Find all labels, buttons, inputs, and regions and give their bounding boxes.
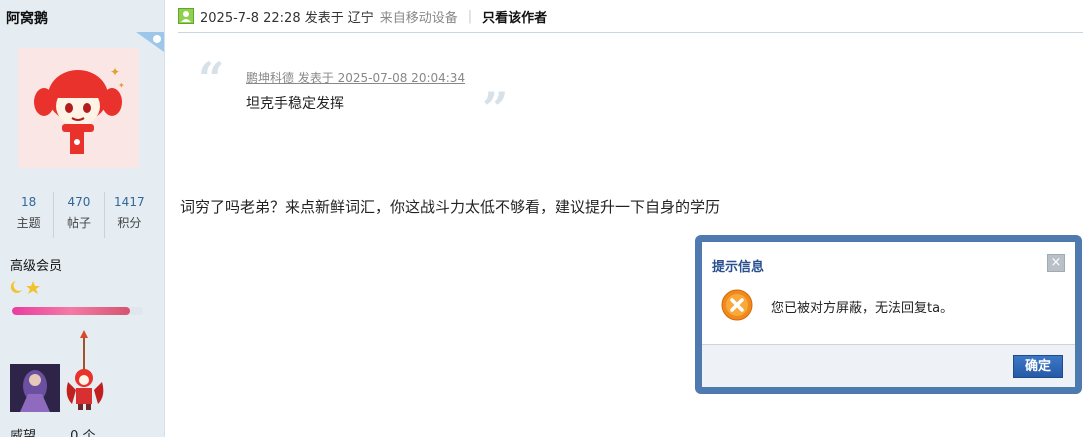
reply-body: 词穷了吗老弟？来点新鲜词汇，你这战斗力太低不够看，建议提升一下自身的学历 <box>180 198 721 216</box>
author-sidebar: 阿窝鹅 ✦ ✦ 18 主题 470 帖子 1417 积分 高级会员 威望 0 个 <box>0 0 165 437</box>
notice-dialog: 提示信息 × 您已被对方屏蔽，无法回复ta。 确定 <box>695 235 1082 394</box>
moon-star-icon <box>10 281 40 294</box>
svg-text:✦: ✦ <box>110 65 120 79</box>
quote-author-link[interactable]: 鹏坤科德 发表于 2025-07-08 20:04:34 <box>246 69 465 86</box>
stat-topics[interactable]: 18 主题 <box>4 192 55 238</box>
post-device: 来自移动设备 <box>379 10 458 26</box>
quote-close-icon: ” <box>482 82 509 136</box>
header-separator: | <box>467 8 473 24</box>
error-icon <box>721 289 753 321</box>
online-badge-icon <box>136 32 164 52</box>
dialog-body: 提示信息 × 您已被对方屏蔽，无法回复ta。 确定 <box>702 242 1075 387</box>
only-author-link[interactable]: 只看该作者 <box>482 7 547 26</box>
avatar[interactable]: ✦ ✦ <box>18 48 139 168</box>
dialog-title: 提示信息 <box>712 260 765 275</box>
stat-points[interactable]: 1417 积分 <box>105 192 154 238</box>
stat-topics-value: 18 <box>21 195 37 209</box>
badge-figure[interactable] <box>62 330 108 410</box>
stat-posts-label: 帖子 <box>66 216 91 230</box>
prestige-row: 威望 0 个 <box>10 425 160 437</box>
stat-posts-value: 470 <box>67 195 91 209</box>
prestige-label: 威望 <box>10 429 37 437</box>
author-stats: 18 主题 470 帖子 1417 积分 <box>4 192 154 238</box>
stat-posts[interactable]: 470 帖子 <box>54 192 105 238</box>
quote-open-icon: “ <box>198 52 225 106</box>
prestige-value: 0 个 <box>70 429 96 437</box>
stat-points-value: 1417 <box>114 195 145 209</box>
confirm-button[interactable]: 确定 <box>1013 355 1063 378</box>
svg-text:✦: ✦ <box>118 81 125 90</box>
user-online-icon <box>178 8 194 24</box>
forum-post-page: 阿窝鹅 ✦ ✦ 18 主题 470 帖子 1417 积分 高级会员 威望 0 个… <box>0 0 1083 437</box>
quote-text: 坦克手稳定发挥 <box>246 96 344 112</box>
medal-image[interactable] <box>10 364 60 412</box>
stat-topics-label: 主题 <box>16 216 41 230</box>
red-figure-icon <box>66 330 104 410</box>
rank-progress-fill <box>12 307 130 315</box>
post-location: 辽宁 <box>347 10 374 26</box>
avatar-girl-icon: ✦ ✦ <box>34 65 125 154</box>
author-name[interactable]: 阿窝鹅 <box>6 8 48 28</box>
post-date: 2025-7-8 22:28 发表于 <box>200 10 344 26</box>
post-header: 2025-7-8 22:28 发表于 辽宁 来自移动设备 | 只看该作者 <box>178 0 1083 33</box>
medal-character-icon <box>10 364 60 412</box>
dialog-footer: 确定 <box>702 344 1075 387</box>
stat-points-label: 积分 <box>117 216 142 230</box>
rank-progress-bar <box>12 307 143 315</box>
member-rank: 高级会员 <box>10 259 63 274</box>
dialog-close-button[interactable]: × <box>1047 254 1065 272</box>
dialog-message: 您已被对方屏蔽，无法回复ta。 <box>771 301 954 316</box>
